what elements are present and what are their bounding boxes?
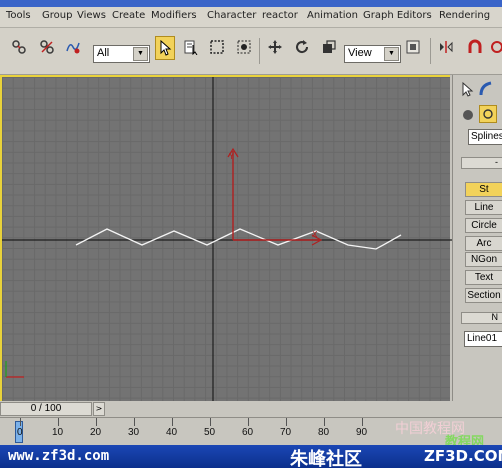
ruler-label: 0 [17,427,23,438]
selection-filter-dropdown[interactable]: All ▼ [93,45,150,63]
ruler-label: 60 [242,427,254,438]
time-slider[interactable]: 0 / 100 > [0,401,502,417]
chevron-down-icon: ▼ [133,47,148,61]
ruler-label: 20 [90,427,102,438]
rollout-toggle: - [495,157,498,167]
rectangle-selection-icon[interactable] [208,38,226,56]
ruler-tick [324,418,325,426]
mirror-icon[interactable] [437,38,455,56]
name-color-rollout[interactable]: N [461,312,502,324]
ruler-tick [134,418,135,426]
line-button[interactable]: Line [465,200,502,215]
ruler-tick [210,418,211,426]
toolbar-separator [259,38,260,64]
ruler-label: 70 [280,427,292,438]
title-bar [0,0,502,7]
rollout-title: N [491,312,499,322]
modify-tab-icon[interactable] [479,81,497,97]
ruler-tick [58,418,59,426]
menu-modifiers[interactable]: Modifiers [151,10,197,21]
move-icon[interactable] [266,38,284,56]
ruler-tick [172,418,173,426]
select-object-icon[interactable] [155,36,175,60]
menu-character[interactable]: Character [207,10,256,21]
object-name-field[interactable]: Line01 [464,331,502,347]
menu-reactor[interactable]: reactor [262,10,298,21]
frame-counter[interactable]: 0 / 100 [0,402,92,416]
footer-banner: www.zf3d.com 朱峰社区 ZF3D.COM [0,445,502,468]
unlink-icon[interactable] [38,38,56,56]
magnet-icon[interactable] [466,38,484,56]
object-name-value: Line01 [467,333,498,344]
ngon-button[interactable]: NGon [465,252,502,267]
ruler-tick [96,418,97,426]
menu-create[interactable]: Create [112,10,145,21]
menu-group[interactable]: Group [42,10,72,21]
transform-gizmo[interactable]: Y X [227,147,323,246]
geometry-category-icon[interactable] [461,107,479,123]
window-crossing-icon[interactable] [235,38,253,56]
ruler-label: 50 [204,427,216,438]
ruler-label: 80 [318,427,330,438]
main-toolbar: All ▼ View ▼ [0,28,502,75]
shapes-category-icon[interactable] [479,105,497,123]
ruler-tick [20,418,21,426]
command-panel: Splines - St Line Circle Arc NGon Text S… [452,75,502,401]
section-button[interactable]: Section [465,288,502,303]
svg-text:Y: Y [228,152,234,161]
axis-tripod-icon [5,361,24,378]
start-new-shape-button[interactable]: St [465,182,502,197]
menu-bar: Tools Group Views Create Modifiers Chara… [0,7,502,28]
ruler-tick [248,418,249,426]
shape-type-value: Splines [471,131,502,142]
circle-button[interactable]: Circle [465,218,502,233]
reference-coord-value: View [348,47,372,59]
top-viewport[interactable]: Y X [0,75,452,403]
max-window: Tools Group Views Create Modifiers Chara… [0,0,502,468]
rotate-icon[interactable] [293,38,311,56]
menu-tools[interactable]: Tools [6,10,31,21]
menu-views[interactable]: Views [77,10,106,21]
footer-brand: ZF3D.COM [424,447,502,465]
chevron-down-icon: ▼ [384,47,399,61]
spline-line[interactable] [75,228,402,250]
viewport-canvas: Y X [2,77,452,403]
snap-icon[interactable] [488,38,502,56]
ruler-label: 40 [166,427,178,438]
footer-url: www.zf3d.com [8,448,110,464]
toolbar-separator [430,38,431,64]
ruler-tick [362,418,363,426]
selection-filter-value: All [97,47,110,59]
footer-community: 朱峰社区 [290,449,362,468]
menu-graph-editors[interactable]: Graph Editors [363,10,432,21]
ruler-tick [286,418,287,426]
next-frame-button[interactable]: > [93,402,105,416]
text-button[interactable]: Text [465,270,502,285]
shape-type-dropdown[interactable]: Splines [468,129,502,145]
svg-text:X: X [312,230,318,239]
select-by-name-icon[interactable] [182,38,200,56]
bind-spacewarp-icon[interactable] [64,38,82,56]
link-icon[interactable] [10,38,28,56]
arc-button[interactable]: Arc [465,236,502,251]
ruler-label: 10 [52,427,64,438]
scale-icon[interactable] [320,38,338,56]
pivot-icon[interactable] [404,38,422,56]
menu-rendering[interactable]: Rendering [439,10,490,21]
ruler-label: 30 [128,427,140,438]
object-type-rollout[interactable]: - [461,157,502,169]
menu-animation[interactable]: Animation [307,10,358,21]
create-tab-icon[interactable] [459,81,477,97]
reference-coord-dropdown[interactable]: View ▼ [344,45,401,63]
ruler-label: 90 [356,427,368,438]
